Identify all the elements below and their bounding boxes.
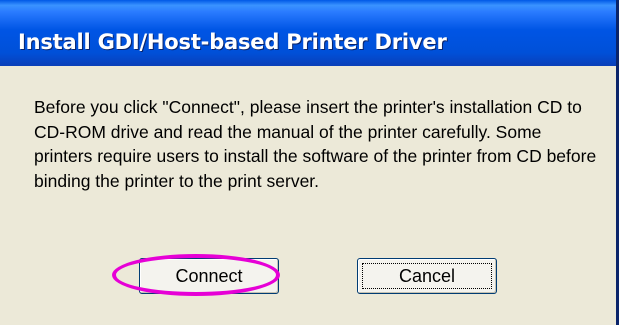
connect-button[interactable]: Connect [139, 258, 279, 294]
install-driver-dialog: Install GDI/Host-based Printer Driver Be… [0, 0, 619, 325]
cancel-button[interactable]: Cancel [357, 258, 497, 294]
dialog-title: Install GDI/Host-based Printer Driver [18, 30, 447, 54]
connect-button-label: Connect [175, 265, 243, 286]
dialog-message: Before you click "Connect", please inser… [34, 97, 597, 191]
title-bar[interactable]: Install GDI/Host-based Printer Driver [0, 0, 616, 66]
cancel-button-label: Cancel [398, 265, 456, 286]
